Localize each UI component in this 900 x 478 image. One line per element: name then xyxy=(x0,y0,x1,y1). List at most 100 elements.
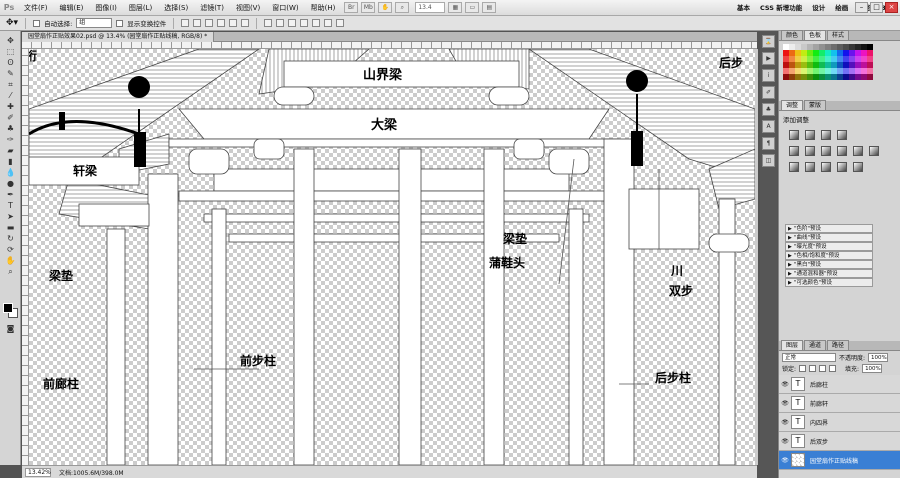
lasso-tool-icon[interactable]: ʘ xyxy=(2,57,19,68)
info-panel-icon[interactable]: i xyxy=(762,69,775,82)
brush-tool-icon[interactable]: ✐ xyxy=(2,112,19,123)
3d-orbit-icon[interactable]: ⟳ xyxy=(2,244,19,255)
align-top-icon[interactable] xyxy=(181,19,190,27)
foreground-color-swatch[interactable] xyxy=(3,303,13,313)
minimize-button[interactable]: – xyxy=(855,2,868,13)
posterize-icon[interactable] xyxy=(805,162,815,172)
zoom-level-select[interactable]: 13.4 xyxy=(415,2,446,13)
bridge-icon[interactable]: Br xyxy=(344,2,359,13)
layer-row[interactable]: 👁 T 内四界 xyxy=(779,413,900,432)
fill-field[interactable]: 100% xyxy=(862,364,883,373)
history-panel-icon[interactable]: ⌛ xyxy=(762,35,775,48)
tab-channels[interactable]: 通道 xyxy=(804,340,827,350)
eye-icon[interactable]: 👁 xyxy=(779,400,791,407)
levels-icon[interactable] xyxy=(805,130,815,140)
menu-view[interactable]: 视图(V) xyxy=(230,0,266,16)
tab-layers[interactable]: 图层 xyxy=(781,340,804,350)
marquee-tool-icon[interactable]: ⬚ xyxy=(2,46,19,57)
menu-filter[interactable]: 滤镜(T) xyxy=(194,0,230,16)
tab-color[interactable]: 颜色 xyxy=(781,30,804,40)
exposure-icon[interactable] xyxy=(837,130,847,140)
color-balance-icon[interactable] xyxy=(821,146,831,156)
preset-exposure[interactable]: "曝光度"预设 xyxy=(785,242,873,251)
opacity-field[interactable]: 100% xyxy=(868,353,889,362)
grid-icon[interactable]: ▦ xyxy=(448,2,463,13)
healing-brush-icon[interactable]: ✚ xyxy=(2,101,19,112)
menu-window[interactable]: 窗口(W) xyxy=(266,0,304,16)
brightness-icon[interactable] xyxy=(789,130,799,140)
distribute-right-icon[interactable] xyxy=(324,19,333,27)
hand-tool-icon[interactable]: ✋ xyxy=(2,255,19,266)
move-tool-icon[interactable]: ✥ xyxy=(2,35,19,46)
workspace-css[interactable]: CSS 新增功能 xyxy=(755,0,807,16)
preset-channel-mixer[interactable]: "通道混和器"预设 xyxy=(785,269,873,278)
maximize-button[interactable]: □ xyxy=(870,2,883,13)
distribute-bottom-icon[interactable] xyxy=(288,19,297,27)
layer-row[interactable]: 👁 T 后廊柱 xyxy=(779,375,900,394)
blend-mode-select[interactable]: 正常 xyxy=(782,353,836,362)
eye-icon[interactable]: 👁 xyxy=(779,381,791,388)
auto-select-checkbox[interactable] xyxy=(33,19,41,27)
photo-filter-icon[interactable] xyxy=(853,146,863,156)
blur-tool-icon[interactable]: 💧 xyxy=(2,167,19,178)
auto-align-icon[interactable] xyxy=(336,19,345,27)
lock-position-icon[interactable] xyxy=(819,365,827,372)
crop-tool-icon[interactable]: ⌗ xyxy=(2,79,19,90)
character-panel-icon[interactable]: A xyxy=(762,120,775,133)
workspace-design[interactable]: 设计 xyxy=(807,0,830,16)
layer-row[interactable]: 👁 T 前廊轩 xyxy=(779,394,900,413)
preset-curves[interactable]: "曲线"预设 xyxy=(785,233,873,242)
threshold-icon[interactable] xyxy=(821,162,831,172)
tab-paths[interactable]: 路径 xyxy=(827,340,850,350)
menu-layer[interactable]: 图层(L) xyxy=(123,0,158,16)
arrange-icon[interactable]: ▤ xyxy=(482,2,497,13)
workspace-essentials[interactable]: 基本 xyxy=(732,0,755,16)
menu-select[interactable]: 选择(S) xyxy=(158,0,194,16)
3d-rotate-icon[interactable]: ↻ xyxy=(2,233,19,244)
preset-selective-color[interactable]: "可选颜色"预设 xyxy=(785,278,873,287)
hand-icon[interactable]: ✋ xyxy=(378,2,393,13)
clone-source-icon[interactable]: ♣ xyxy=(762,103,775,116)
menu-edit[interactable]: 编辑(E) xyxy=(54,0,90,16)
lock-pixels-icon[interactable] xyxy=(809,365,817,372)
menu-file[interactable]: 文件(F) xyxy=(18,0,54,16)
workspace-paint[interactable]: 绘画 xyxy=(830,0,853,16)
layer-row-selected[interactable]: 👁 园堂扇作正贴线稿 xyxy=(779,451,900,470)
gradient-map-icon[interactable] xyxy=(837,162,847,172)
paragraph-panel-icon[interactable]: ¶ xyxy=(762,137,775,150)
align-bottom-icon[interactable] xyxy=(205,19,214,27)
eyedropper-tool-icon[interactable]: ⁄ xyxy=(2,90,19,101)
type-tool-icon[interactable]: T xyxy=(2,200,19,211)
status-zoom-field[interactable]: 13.42% xyxy=(25,467,51,477)
lock-transparent-icon[interactable] xyxy=(799,365,807,372)
color-swatch[interactable] xyxy=(867,74,873,80)
move-tool-icon[interactable]: ✥▾ xyxy=(6,18,18,28)
clone-stamp-icon[interactable]: ♣ xyxy=(2,123,19,134)
lock-all-icon[interactable] xyxy=(829,365,837,372)
distribute-hcenter-icon[interactable] xyxy=(312,19,321,27)
black-white-icon[interactable] xyxy=(837,146,847,156)
distribute-vcenter-icon[interactable] xyxy=(276,19,285,27)
selective-color-icon[interactable] xyxy=(853,162,863,172)
eye-icon[interactable]: 👁 xyxy=(779,419,791,426)
invert-icon[interactable] xyxy=(789,162,799,172)
navigator-panel-icon[interactable]: ◫ xyxy=(762,154,775,167)
eye-icon[interactable]: 👁 xyxy=(779,457,791,464)
align-right-icon[interactable] xyxy=(241,19,250,27)
history-brush-icon[interactable]: ✑ xyxy=(2,134,19,145)
distribute-left-icon[interactable] xyxy=(300,19,309,27)
actions-panel-icon[interactable]: ▶ xyxy=(762,52,775,65)
gradient-tool-icon[interactable]: ▮ xyxy=(2,156,19,167)
tab-styles[interactable]: 样式 xyxy=(827,30,850,40)
distribute-top-icon[interactable] xyxy=(264,19,273,27)
canvas-scrollbar[interactable] xyxy=(755,49,758,465)
quick-mask-icon[interactable]: ◙ xyxy=(2,323,19,334)
path-select-icon[interactable]: ➤ xyxy=(2,211,19,222)
tab-swatches[interactable]: 色板 xyxy=(804,30,827,40)
menu-image[interactable]: 图像(I) xyxy=(89,0,123,16)
zoom-tool-icon[interactable]: ⌕ xyxy=(2,266,19,277)
dodge-tool-icon[interactable]: ● xyxy=(2,178,19,189)
document-canvas[interactable]: 山界梁 大梁 轩梁 梁垫 梁垫 蒲鞋头 川 双步 前步柱 前廊柱 后步柱 后步 … xyxy=(29,49,755,465)
preset-hue-sat[interactable]: "色相/饱和度"预设 xyxy=(785,251,873,260)
curves-icon[interactable] xyxy=(821,130,831,140)
